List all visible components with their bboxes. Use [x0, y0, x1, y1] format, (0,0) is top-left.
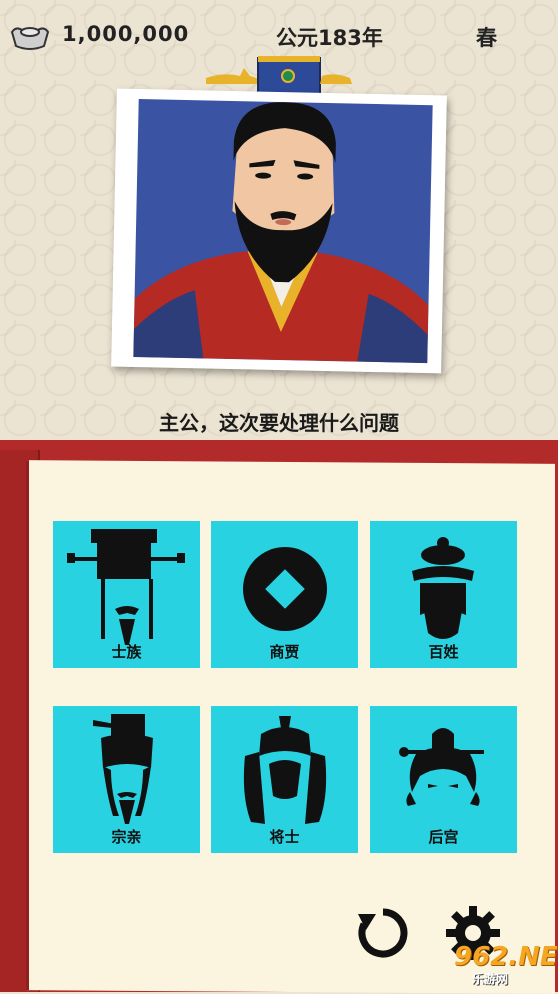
year-label: 公元183年 — [276, 26, 383, 50]
category-tile-baixing[interactable]: 百姓 — [370, 521, 517, 668]
emperor-figure — [133, 102, 429, 364]
category-tile-jiangshi[interactable]: 将士 — [211, 706, 358, 853]
category-label: 将士 — [269, 828, 300, 846]
watermark-main: 962.NET — [454, 942, 558, 972]
silver-ingot-icon — [10, 27, 50, 50]
season-label: 春 — [476, 26, 497, 50]
watermark: 962.NET 乐游网 — [420, 940, 558, 988]
refresh-icon[interactable] — [356, 906, 410, 960]
category-label: 士族 — [111, 643, 142, 661]
category-label: 百姓 — [428, 643, 459, 661]
category-label: 后宫 — [428, 828, 459, 846]
category-tile-hougong[interactable]: 后宫 — [370, 706, 517, 853]
question-prompt: 主公，这次要处理什么问题 — [159, 411, 399, 435]
category-tile-shizu[interactable]: 士族 — [53, 521, 200, 668]
category-label: 宗亲 — [111, 828, 142, 846]
category-tile-shanggu[interactable]: 商贾 — [211, 521, 358, 668]
watermark-sub: 乐游网 — [472, 972, 509, 986]
money-value: 1,000,000 — [62, 22, 190, 46]
category-label: 商贾 — [269, 643, 300, 661]
category-tile-zongqin[interactable]: 宗亲 — [53, 706, 200, 853]
portrait-frame — [111, 88, 447, 374]
emperor-portrait — [133, 99, 433, 364]
